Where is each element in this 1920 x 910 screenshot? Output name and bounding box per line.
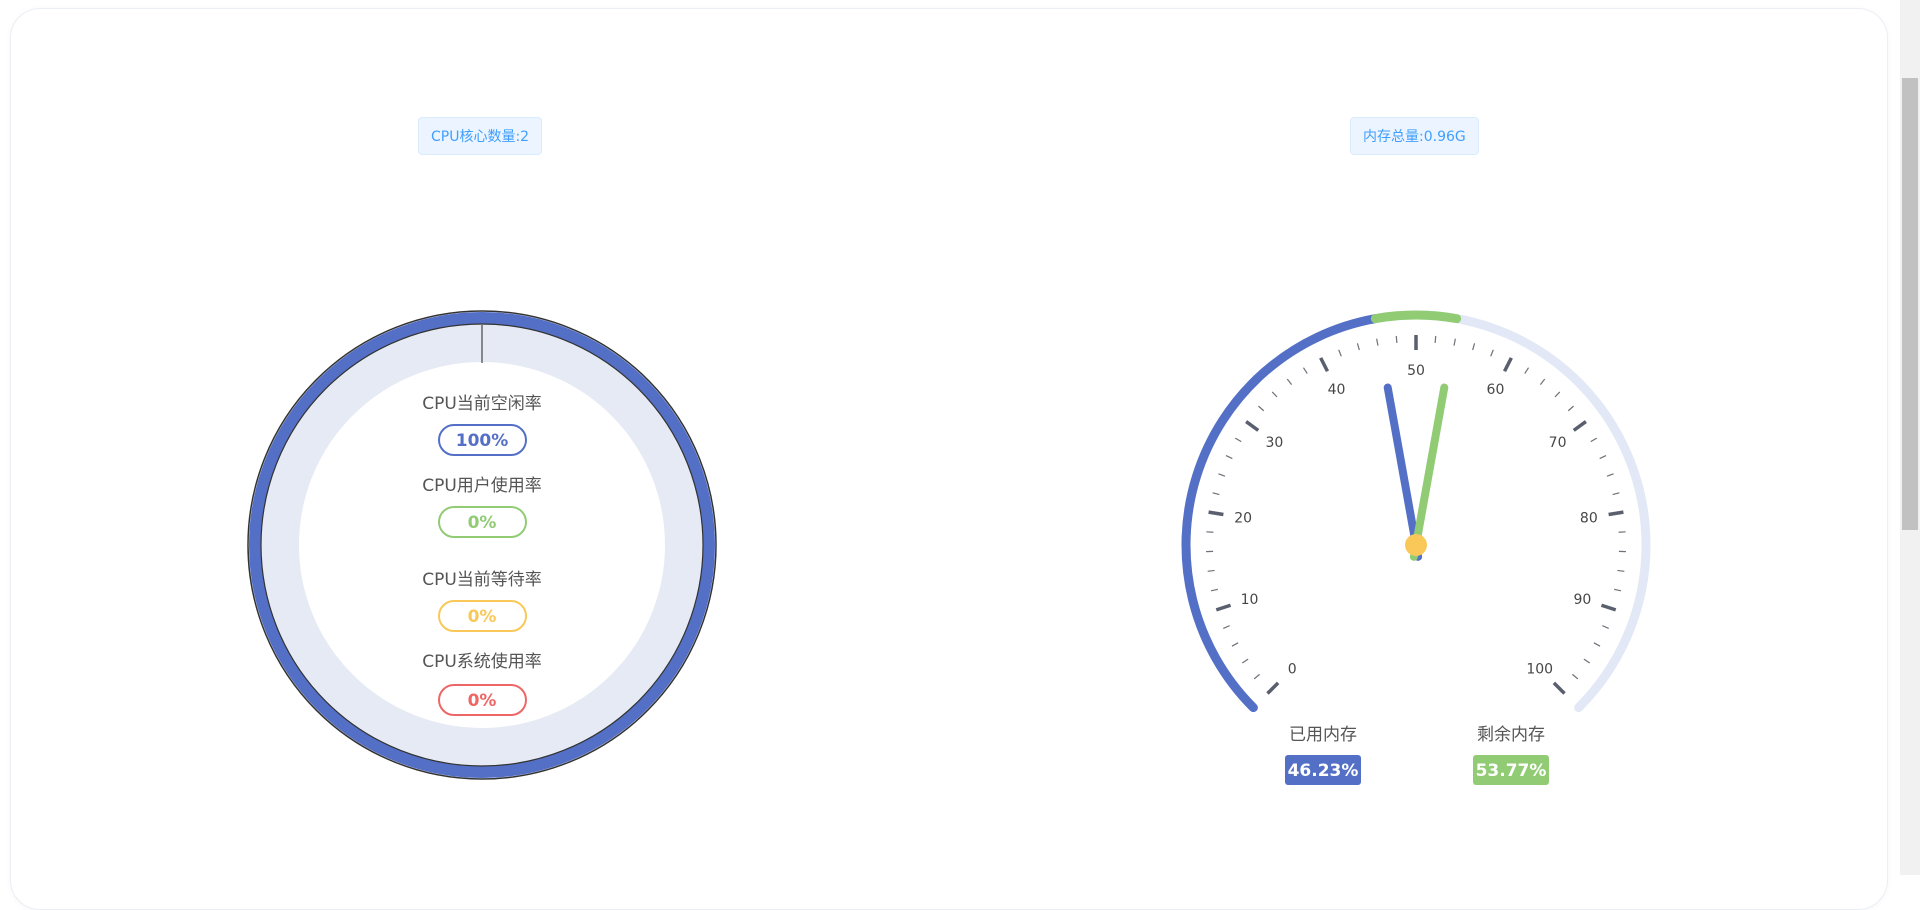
free-memory-value: 53.77%: [1476, 761, 1547, 781]
gauge-minor-tick: [1235, 438, 1241, 442]
gauge-minor-tick: [1572, 674, 1577, 678]
gauge-minor-tick: [1258, 406, 1263, 411]
gauge-minor-tick: [1287, 379, 1291, 385]
gauge-tick-label: 40: [1328, 382, 1346, 398]
gauge-minor-tick: [1491, 350, 1494, 357]
gauge-minor-tick: [1555, 392, 1560, 397]
gauge-minor-tick: [1377, 339, 1378, 346]
memory-gauge: 0102030405060708090100 已用内存 46.23% 剩余内存 …: [1186, 315, 1646, 785]
gauge-minor-tick: [1584, 659, 1590, 663]
gauge-major-tick: [1321, 358, 1328, 371]
gauge-minor-tick: [1594, 643, 1600, 646]
gauge-tick-label: 100: [1526, 662, 1553, 678]
gauge-tick-label: 50: [1407, 363, 1425, 379]
gauge-major-tick: [1601, 605, 1615, 610]
gauge-minor-tick: [1303, 368, 1307, 374]
gauge-needle-used: [1388, 388, 1418, 557]
cpu-idle-label: CPU当前空闲率: [422, 394, 542, 414]
gauge-tick-label: 80: [1580, 511, 1598, 527]
gauge-minor-tick: [1242, 659, 1248, 663]
gauge-minor-tick: [1607, 474, 1614, 476]
gauge-minor-tick: [1614, 589, 1621, 591]
gauge-minor-tick: [1525, 368, 1529, 374]
cpu-user-value: 0%: [468, 513, 497, 533]
gauge-minor-tick: [1211, 589, 1218, 591]
cpu-user-label: CPU用户使用率: [422, 475, 542, 496]
gauge-minor-tick: [1473, 343, 1475, 350]
gauge-needle-free: [1414, 388, 1444, 557]
vertical-scrollbar-thumb[interactable]: [1902, 78, 1918, 530]
gauge-tick-label: 10: [1241, 592, 1259, 608]
gauge-tick-label: 20: [1234, 511, 1252, 527]
gauge-minor-tick: [1223, 626, 1229, 629]
gauge-major-tick: [1268, 683, 1279, 694]
used-memory-label: 已用内存: [1289, 725, 1357, 745]
gauge-minor-tick: [1613, 493, 1620, 495]
gauge-minor-tick: [1454, 339, 1455, 346]
gauge-minor-tick: [1254, 674, 1259, 678]
gauge-tick-label: 60: [1487, 382, 1505, 398]
gauge-major-tick: [1574, 422, 1586, 431]
gauge-major-tick: [1554, 683, 1565, 694]
gauge-minor-tick: [1435, 336, 1436, 343]
gauge-minor-tick: [1357, 343, 1359, 350]
gauge-minor-tick: [1602, 626, 1608, 629]
cpu-wait-label: CPU当前等待率: [422, 570, 542, 590]
gauge-tick-label: 70: [1549, 435, 1567, 451]
vertical-scrollbar[interactable]: [1900, 0, 1920, 875]
cpu-ring-chart: CPU当前空闲率 100% CPU用户使用率 0% CPU当前等待率 0% CP…: [248, 311, 716, 779]
gauge-minor-tick: [1540, 379, 1544, 385]
gauge-free-arc: [1375, 315, 1456, 319]
gauge-minor-tick: [1591, 438, 1597, 442]
gauge-minor-tick: [1232, 643, 1238, 646]
charts-canvas: CPU当前空闲率 100% CPU用户使用率 0% CPU当前等待率 0% CP…: [0, 0, 1920, 875]
gauge-minor-tick: [1617, 570, 1624, 571]
gauge-minor-tick: [1396, 336, 1397, 343]
gauge-major-tick: [1246, 422, 1258, 431]
used-memory-value: 46.23%: [1288, 761, 1359, 781]
gauge-minor-tick: [1600, 456, 1606, 459]
gauge-pointer-center: [1405, 534, 1427, 556]
gauge-minor-tick: [1272, 392, 1277, 397]
gauge-minor-tick: [1208, 570, 1215, 571]
gauge-tick-labels: 0 10 20 30 40 50 60 70 80 90 100: [1234, 363, 1598, 678]
gauge-major-tick: [1216, 605, 1230, 610]
cpu-sys-label: CPU系统使用率: [422, 651, 542, 672]
gauge-major-tick: [1505, 358, 1512, 371]
gauge-minor-tick: [1213, 493, 1220, 495]
cpu-idle-value: 100%: [456, 431, 509, 451]
gauge-minor-tick: [1568, 406, 1573, 411]
gauge-major-tick: [1209, 512, 1224, 514]
gauge-minor-tick: [1339, 350, 1342, 357]
free-memory-label: 剩余内存: [1477, 725, 1545, 745]
gauge-minor-tick: [1226, 456, 1232, 459]
gauge-tick-label: 90: [1574, 592, 1592, 608]
gauge-ticks: [1206, 335, 1626, 693]
gauge-tick-label: 0: [1288, 662, 1297, 678]
gauge-tick-label: 30: [1266, 435, 1284, 451]
gauge-minor-tick: [1218, 474, 1225, 476]
cpu-sys-value: 0%: [468, 691, 497, 711]
gauge-major-tick: [1609, 512, 1624, 514]
cpu-wait-value: 0%: [468, 607, 497, 627]
